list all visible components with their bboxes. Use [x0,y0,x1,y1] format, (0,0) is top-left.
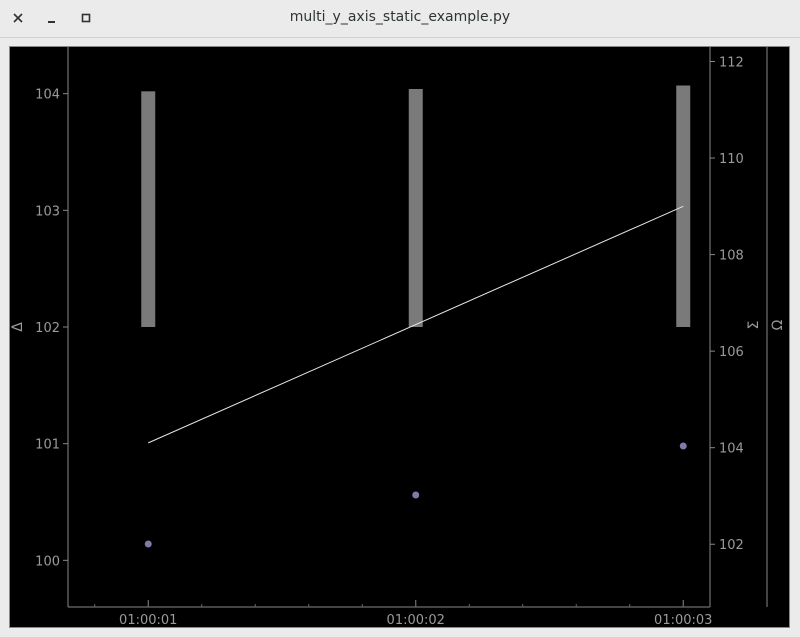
left-y-axis-label: Δ [10,322,26,332]
scatter-point [679,442,687,450]
right-y-tick-label: 112 [719,55,744,70]
right-y-tick-label: 106 [719,345,744,360]
right-y-tick-label: 102 [719,538,744,553]
right-y-tick-label: 104 [719,442,744,457]
app-window: multi_y_axis_static_example.py 100 101 102… [0,0,800,637]
right-y-tick-label: 110 [719,152,744,167]
x-tick-label: 01:00:03 [654,613,712,627]
chart-svg: 100 101 102 103 104 102 104 106 108 110 112 01:00:0… [10,47,786,628]
plot-canvas[interactable]: 100 101 102 103 104 102 104 106 108 110 112 01:00:0… [9,46,790,628]
bar [676,85,691,327]
left-y-tick-label: 100 [35,554,60,569]
right-y-tick-label: 108 [719,249,744,264]
x-tick-label: 01:00:02 [387,613,445,627]
x-tick-label: 01:00:01 [119,613,177,627]
right-y-axis-label: Σ [746,321,762,330]
bar [408,89,423,327]
left-y-tick-label: 104 [35,88,60,103]
left-y-tick-label: 103 [35,204,60,219]
title-bar: multi_y_axis_static_example.py [0,0,800,38]
left-y-tick-label: 102 [35,321,60,336]
scatter-point [412,491,420,499]
bar [141,91,156,327]
omega-axis-label: Ω [770,319,786,330]
scatter-point [144,540,152,548]
window-title: multi_y_axis_static_example.py [289,9,511,25]
left-y-tick-label: 101 [35,438,60,453]
